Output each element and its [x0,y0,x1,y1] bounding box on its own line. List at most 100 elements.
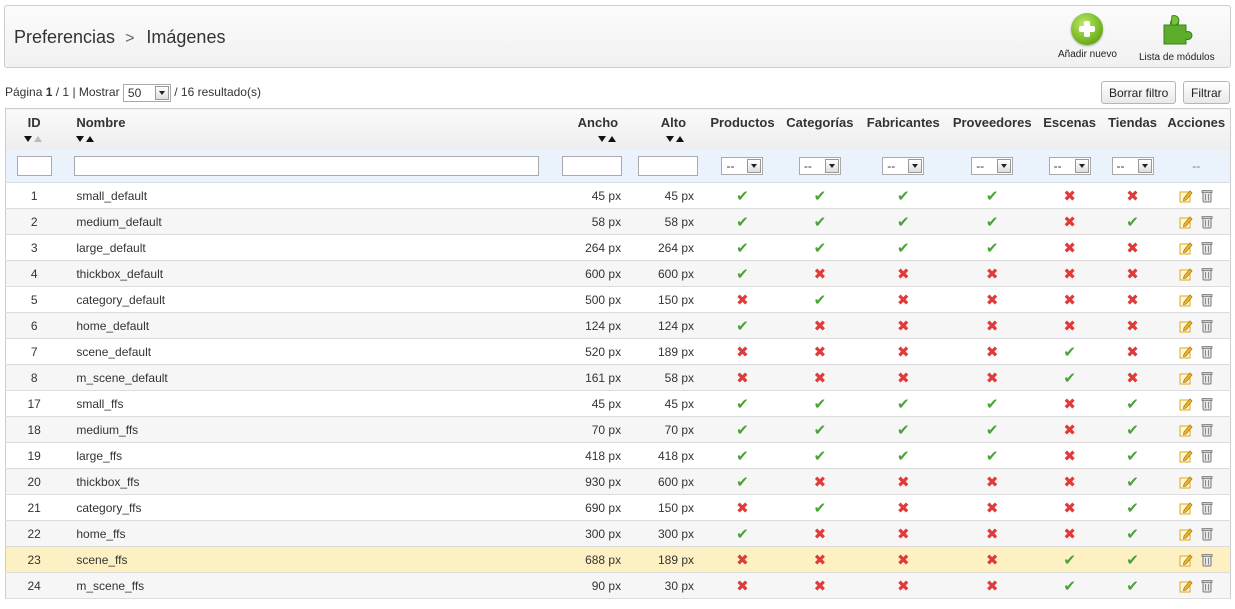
cell-name: small_ffs [62,390,553,417]
trash-icon[interactable] [1200,319,1214,333]
trash-icon[interactable] [1200,449,1214,463]
table-row[interactable]: 3 large_default 264 px 264 px ✔ ✔ ✔ ✔ ✖ ✖ [5,234,1231,261]
table-row[interactable]: 21 category_ffs 690 px 150 px ✖ ✔ ✖ ✖ ✖ ✔ [5,494,1231,521]
sort-asc-icon[interactable] [34,135,43,142]
cross-icon: ✖ [1063,421,1076,439]
table-row[interactable]: 2 medium_default 58 px 58 px ✔ ✔ ✔ ✔ ✖ ✔ [5,208,1231,235]
table-row[interactable]: 5 category_default 500 px 150 px ✖ ✔ ✖ ✖ ✖ ✖ [5,286,1231,313]
cell-categories: ✔ [780,442,859,469]
cell-height: 264 px [631,234,705,261]
filter-height-input[interactable] [637,155,698,176]
cross-icon: ✖ [985,473,999,491]
edit-icon[interactable] [1179,475,1193,489]
check-icon: ✔ [813,239,827,257]
header-name-label: Nombre [76,115,126,130]
edit-icon[interactable] [1179,189,1193,203]
table-row[interactable]: 17 small_ffs 45 px 45 px ✔ ✔ ✔ ✔ ✖ ✔ [5,390,1231,417]
filter-scenes-select[interactable]: -- [1048,156,1091,175]
edit-icon[interactable] [1179,501,1193,515]
trash-icon[interactable] [1200,475,1214,489]
filter-id-input[interactable] [16,155,52,176]
module-list-button[interactable]: Lista de módulos [1139,13,1215,63]
cross-icon: ✖ [897,343,910,361]
cell-height: 150 px [631,494,705,521]
table-row[interactable]: 20 thickbox_ffs 930 px 600 px ✔ ✖ ✖ ✖ ✖ ✔ [5,468,1231,495]
cell-id: 22 [5,520,63,547]
cell-stores: ✔ [1102,572,1163,599]
table-row[interactable]: 4 thickbox_default 600 px 600 px ✔ ✖ ✖ ✖ ✖ ✖ [5,260,1231,287]
trash-icon[interactable] [1200,267,1214,281]
cell-categories: ✖ [780,364,859,391]
edit-icon[interactable] [1179,397,1193,411]
filter-products-select[interactable]: -- [721,156,764,175]
filter-width-input[interactable] [561,155,622,176]
check-icon: ✔ [736,473,749,491]
trash-icon[interactable] [1200,345,1214,359]
cell-id: 23 [5,546,63,573]
cell-products: ✖ [704,572,781,599]
check-icon: ✔ [736,395,749,413]
cell-scenes: ✖ [1036,312,1103,339]
table-row[interactable]: 1 small_default 45 px 45 px ✔ ✔ ✔ ✔ ✖ ✖ [5,182,1231,209]
filter-name-input[interactable] [74,155,540,176]
table-row[interactable]: 18 medium_ffs 70 px 70 px ✔ ✔ ✔ ✔ ✖ ✔ [5,416,1231,443]
table-row[interactable]: 22 home_ffs 300 px 300 px ✔ ✖ ✖ ✖ ✖ ✔ [5,520,1231,547]
cell-products: ✔ [704,182,781,209]
trash-icon[interactable] [1200,371,1214,385]
cell-height: 418 px [631,442,705,469]
edit-icon[interactable] [1179,527,1193,541]
filter-categories-select[interactable]: -- [798,156,841,175]
sort-desc-icon[interactable] [598,135,607,142]
trash-icon[interactable] [1200,527,1214,541]
trash-icon[interactable] [1200,553,1214,567]
table-row[interactable]: 19 large_ffs 418 px 418 px ✔ ✔ ✔ ✔ ✖ ✔ [5,442,1231,469]
table-row[interactable]: 24 m_scene_ffs 90 px 30 px ✖ ✖ ✖ ✖ ✔ ✔ [5,572,1231,599]
trash-icon[interactable] [1200,189,1214,203]
cell-products: ✔ [704,208,781,235]
sort-desc-icon[interactable] [76,135,85,142]
sort-asc-icon[interactable] [676,135,685,142]
add-new-button[interactable]: Añadir nuevo [1058,13,1117,60]
sort-desc-icon[interactable] [24,135,33,142]
table-row[interactable]: 6 home_default 124 px 124 px ✔ ✖ ✖ ✖ ✖ ✖ [5,312,1231,339]
cell-categories: ✔ [780,494,859,521]
per-page-select[interactable]: 50 [122,84,171,102]
filter-suppliers-select[interactable]: -- [971,156,1014,175]
sort-desc-icon[interactable] [666,135,675,142]
cross-icon: ✖ [1063,447,1076,465]
cell-height: 58 px [631,364,705,391]
table-row[interactable]: 8 m_scene_default 161 px 58 px ✖ ✖ ✖ ✖ ✔ ✖ [5,364,1231,391]
cross-icon: ✖ [813,473,827,491]
trash-icon[interactable] [1200,423,1214,437]
trash-icon[interactable] [1200,215,1214,229]
edit-icon[interactable] [1179,423,1193,437]
breadcrumb-parent[interactable]: Preferencias [14,27,115,47]
trash-icon[interactable] [1200,397,1214,411]
table-row[interactable]: 7 scene_default 520 px 189 px ✖ ✖ ✖ ✖ ✔ ✖ [5,338,1231,365]
trash-icon[interactable] [1200,241,1214,255]
sort-asc-icon[interactable] [608,135,617,142]
filter-stores-select[interactable]: -- [1111,156,1154,175]
trash-icon[interactable] [1200,501,1214,515]
edit-icon[interactable] [1179,215,1193,229]
trash-icon[interactable] [1200,579,1214,593]
cell-width: 500 px [552,286,632,313]
edit-icon[interactable] [1179,449,1193,463]
reset-filter-button[interactable]: Borrar filtro [1101,81,1177,104]
edit-icon[interactable] [1179,553,1193,567]
table-row[interactable]: 23 scene_ffs 688 px 189 px ✖ ✖ ✖ ✖ ✔ ✔ [5,546,1231,573]
edit-icon[interactable] [1179,579,1193,593]
cell-actions [1162,260,1231,287]
sort-asc-icon[interactable] [86,135,95,142]
edit-icon[interactable] [1179,267,1193,281]
filter-manufacturers-select[interactable]: -- [882,156,925,175]
edit-icon[interactable] [1179,293,1193,307]
edit-icon[interactable] [1179,319,1193,333]
filter-button[interactable]: Filtrar [1183,81,1230,104]
trash-icon[interactable] [1200,293,1214,307]
edit-icon[interactable] [1179,241,1193,255]
check-icon: ✔ [1126,473,1139,491]
edit-icon[interactable] [1179,371,1193,385]
edit-icon[interactable] [1179,345,1193,359]
cell-categories: ✖ [780,468,859,495]
